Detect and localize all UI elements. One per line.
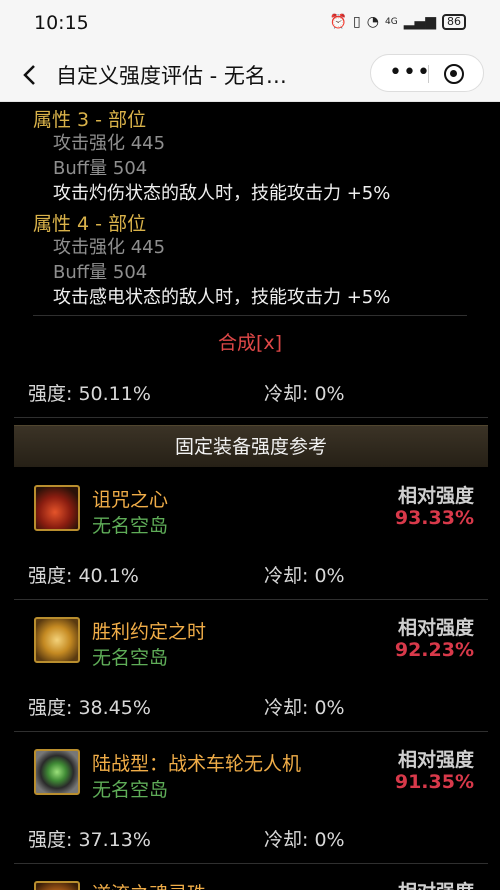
relative-strength-label: 相对强度 xyxy=(397,617,474,639)
equipment-stats: 强度: 37.13% 冷却: 0% xyxy=(28,825,478,852)
more-button[interactable]: ••• xyxy=(389,62,431,84)
attribute-stat: 攻击强化 445 xyxy=(53,237,166,258)
equipment-name: 胜利约定之时 xyxy=(92,621,207,643)
nav-bar: 自定义强度评估 - 无名… ••• xyxy=(0,50,500,102)
relative-strength-label: 相对强度 xyxy=(397,749,474,771)
relative-strength-value: 91.35% xyxy=(394,771,474,793)
cooldown-value: 冷却: 0% xyxy=(264,565,345,587)
wheel-drone-icon xyxy=(34,749,80,795)
alarm-icon: ⏰ xyxy=(329,14,348,30)
strength-value: 强度: 37.13% xyxy=(28,829,151,851)
attribute-block-3: 属性 3 - 部位 攻击强化 445 Buff量 504 攻击灼伤状态的敌人时，… xyxy=(33,105,390,204)
strength-value: 强度: 50.11% xyxy=(28,383,151,405)
back-button[interactable] xyxy=(14,58,48,92)
equipment-card[interactable]: 诅咒之心 无名空岛 相对强度 93.33% 强度: 40.1% 冷却: 0% xyxy=(14,475,488,597)
equipment-source: 无名空岛 xyxy=(92,515,169,537)
chevron-left-icon xyxy=(23,65,35,85)
attribute-title: 属性 3 - 部位 xyxy=(33,109,147,131)
attribute-title: 属性 4 - 部位 xyxy=(33,213,147,235)
wifi-icon: ◔ xyxy=(366,14,379,30)
page-title: 自定义强度评估 - 无名… xyxy=(56,64,287,88)
equipment-source: 无名空岛 xyxy=(92,779,169,801)
mini-program-capsule: ••• xyxy=(370,54,484,92)
equipment-stats: 强度: 38.45% 冷却: 0% xyxy=(28,693,478,720)
equipment-name: 陆战型：战术车轮无人机 xyxy=(92,753,302,775)
relative-strength-label: 相对强度 xyxy=(397,485,474,507)
status-bar: 10:15 ⏰ ▯ ◔ 4G ▂▄▆ 86 xyxy=(0,0,500,50)
vibrate-icon: ▯ xyxy=(353,14,361,30)
cooldown-value: 冷却: 0% xyxy=(264,697,345,719)
divider xyxy=(14,863,488,864)
equipment-name: 诅咒之心 xyxy=(92,489,169,511)
attribute-effect: 攻击灼伤状态的敌人时，技能攻击力 +5% xyxy=(53,183,391,204)
equipment-card[interactable]: 逆流之魂灵珠 相对强度 xyxy=(14,871,488,890)
content-area[interactable]: 属性 3 - 部位 攻击强化 445 Buff量 504 攻击灼伤状态的敌人时，… xyxy=(0,103,500,890)
cursed-heart-icon xyxy=(34,485,80,531)
soul-orb-icon xyxy=(34,881,80,890)
network-label: 4G xyxy=(384,17,398,27)
pocket-watch-icon xyxy=(34,617,80,663)
section-header: 固定装备强度参考 xyxy=(14,425,488,467)
strength-value: 强度: 40.1% xyxy=(28,565,139,587)
equipment-source: 无名空岛 xyxy=(92,647,169,669)
attribute-stat: Buff量 504 xyxy=(53,262,148,283)
strength-value: 强度: 38.45% xyxy=(28,697,151,719)
relative-strength-value: 92.23% xyxy=(394,639,474,661)
equipment-card[interactable]: 陆战型：战术车轮无人机 无名空岛 相对强度 91.35% 强度: 37.13% … xyxy=(14,739,488,861)
status-time: 10:15 xyxy=(34,12,89,34)
equipment-name: 逆流之魂灵珠 xyxy=(92,879,206,890)
divider xyxy=(33,315,467,316)
attribute-stat: Buff量 504 xyxy=(53,158,148,179)
summary-stats: 强度: 50.11% 冷却: 0% xyxy=(28,379,478,406)
equipment-stats: 强度: 40.1% 冷却: 0% xyxy=(28,561,478,588)
signal-icon: ▂▄▆ xyxy=(403,14,436,30)
battery-icon: 86 xyxy=(442,14,466,30)
capsule-divider xyxy=(428,65,429,83)
status-icons: ⏰ ▯ ◔ 4G ▂▄▆ 86 xyxy=(330,14,466,30)
attribute-effect: 攻击感电状态的敌人时，技能攻击力 +5% xyxy=(53,287,391,308)
relative-strength-label: 相对强度 xyxy=(398,877,474,890)
attribute-stat: 攻击强化 445 xyxy=(53,133,166,154)
divider xyxy=(14,599,488,600)
close-target-button[interactable] xyxy=(444,64,464,84)
relative-strength-value: 93.33% xyxy=(394,507,474,529)
cooldown-value: 冷却: 0% xyxy=(264,383,345,405)
divider xyxy=(14,731,488,732)
attribute-block-4: 属性 4 - 部位 攻击强化 445 Buff量 504 攻击感电状态的敌人时，… xyxy=(33,209,390,308)
synthesis-toggle[interactable]: 合成[x] xyxy=(0,328,500,355)
equipment-card[interactable]: 胜利约定之时 无名空岛 相对强度 92.23% 强度: 38.45% 冷却: 0… xyxy=(14,607,488,729)
divider xyxy=(14,417,488,418)
cooldown-value: 冷却: 0% xyxy=(264,829,345,851)
